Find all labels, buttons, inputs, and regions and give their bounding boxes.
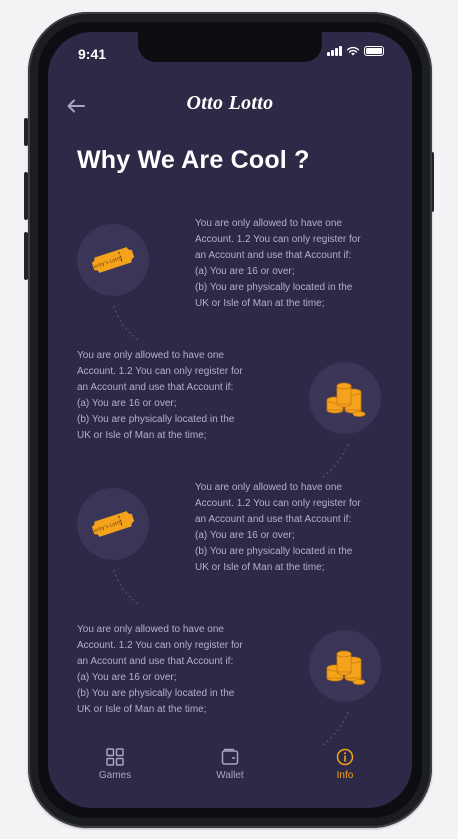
notch — [138, 32, 322, 62]
feature-text-line: UK or Isle of Man at the time; — [195, 298, 325, 309]
feature-text-line: (a) You are 16 or over; — [195, 266, 295, 277]
feature-text-line: Account. 1.2 You can only register for — [195, 234, 361, 245]
feature-item: You are only allowed to have one Account… — [48, 616, 412, 747]
feature-text-line: UK or Isle of Man at the time; — [77, 704, 207, 715]
tab-label: Info — [336, 770, 354, 781]
feature-text-line: You are only allowed to have one — [195, 482, 342, 493]
feature-icon-circle — [309, 630, 381, 702]
feature-text-line: UK or Isle of Man at the time; — [195, 562, 325, 573]
feature-item: Lucky's Lotto You are only allowed to ha… — [48, 210, 412, 341]
feature-icon-circle: Lucky's Lotto — [77, 224, 149, 296]
bottom-tab-bar: Games Wallet Info — [48, 740, 412, 808]
feature-text-line: (a) You are 16 or over; — [77, 398, 177, 409]
feature-item: You are only allowed to have one Account… — [48, 342, 412, 479]
status-icons — [327, 46, 384, 56]
dotted-connector — [113, 305, 139, 341]
feature-text: You are only allowed to have one Account… — [77, 622, 282, 718]
feature-item: Lucky's Lotto You are only allowed to ha… — [48, 474, 412, 605]
tab-label: Games — [98, 770, 132, 781]
feature-text-line: an Account and use that Account if: — [195, 250, 352, 261]
feature-text-line: Account. 1.2 You can only register for — [195, 498, 361, 509]
app-title: Otto Lotto — [186, 92, 274, 114]
tab-games[interactable]: Games — [75, 748, 155, 781]
ticket-icon: Lucky's Lotto — [90, 511, 135, 537]
tab-info[interactable]: Info — [305, 748, 385, 781]
feature-text-line: You are only allowed to have one — [77, 624, 224, 635]
feature-text-line: (b) You are physically located in the — [195, 546, 353, 557]
feature-text-line: (b) You are physically located in the — [77, 414, 235, 425]
grid-icon — [106, 748, 124, 766]
feature-icon-circle — [309, 362, 381, 434]
tab-label: Wallet — [216, 770, 244, 781]
feature-text-line: an Account and use that Account if: — [195, 514, 352, 525]
ticket-icon: Lucky's Lotto — [90, 247, 135, 273]
phone-frame: 9:41 Otto Lotto Why We Are Cool ? Lucky'… — [28, 12, 432, 828]
battery-icon — [364, 46, 384, 56]
status-time: 9:41 — [78, 46, 107, 62]
feature-text-line: (b) You are physically located in the — [77, 688, 235, 699]
cellular-signal-icon — [327, 46, 342, 56]
device-stage: 9:41 Otto Lotto Why We Are Cool ? Lucky'… — [0, 0, 458, 839]
page-title: Why We Are Cool ? — [77, 146, 310, 174]
feature-text-line: Account. 1.2 You can only register for — [77, 366, 243, 377]
info-icon — [336, 748, 354, 766]
tab-wallet[interactable]: Wallet — [190, 748, 270, 781]
feature-icon-circle: Lucky's Lotto — [77, 488, 149, 560]
feature-text-line: (a) You are 16 or over; — [195, 530, 295, 541]
feature-text-line: an Account and use that Account if: — [77, 656, 234, 667]
coins-icon — [326, 382, 366, 417]
feature-text: You are only allowed to have one Account… — [195, 480, 400, 576]
wifi-icon — [346, 46, 360, 56]
feature-text-line: an Account and use that Account if: — [77, 382, 234, 393]
dotted-connector — [113, 569, 139, 605]
feature-text-line: You are only allowed to have one — [195, 218, 342, 229]
screen: 9:41 Otto Lotto Why We Are Cool ? Lucky'… — [48, 32, 412, 808]
feature-text-line: (a) You are 16 or over; — [77, 672, 177, 683]
coins-icon — [326, 650, 366, 685]
top-bar: Otto Lotto — [48, 90, 412, 120]
wallet-icon — [221, 748, 239, 765]
feature-text-line: UK or Isle of Man at the time; — [77, 430, 207, 441]
feature-text-line: Account. 1.2 You can only register for — [77, 640, 243, 651]
feature-text: You are only allowed to have one Account… — [77, 348, 282, 444]
feature-text-line: You are only allowed to have one — [77, 350, 224, 361]
feature-text-line: (b) You are physically located in the — [195, 282, 353, 293]
feature-text: You are only allowed to have one Account… — [195, 216, 400, 312]
